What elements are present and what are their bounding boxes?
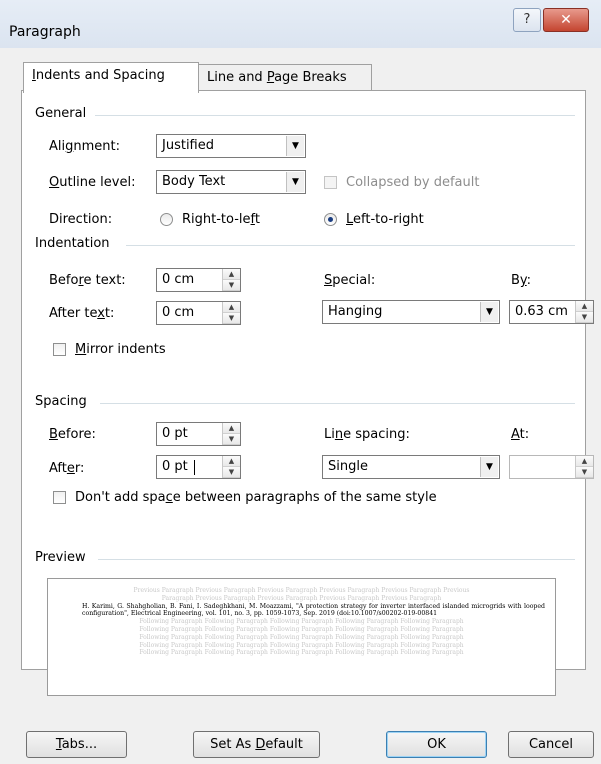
chevron-down-icon: ▼	[480, 302, 498, 322]
collapsed-by-default-label: Collapsed by default	[346, 175, 480, 190]
spin-down-icon[interactable]: ▼	[223, 313, 240, 324]
special-select[interactable]: Hanging ▼	[322, 300, 500, 324]
preview-following-line: Following Paragraph Following Paragraph …	[139, 625, 464, 633]
after-text-label: After text:	[49, 306, 115, 321]
cancel-button[interactable]: Cancel	[508, 731, 594, 758]
spin-up-icon[interactable]: ▲	[576, 301, 593, 312]
tab-indents-and-spacing[interactable]: Indents and Spacing	[23, 62, 199, 93]
spacing-after-label: After:	[49, 461, 85, 476]
preview-divider	[98, 559, 575, 560]
spacing-divider	[100, 403, 575, 404]
spin-up-icon[interactable]: ▲	[576, 456, 593, 467]
special-label: Special:	[324, 273, 376, 288]
direction-label: Direction:	[49, 212, 113, 227]
spin-up-icon[interactable]: ▲	[223, 456, 240, 467]
mirror-indents-checkbox[interactable]	[53, 343, 66, 356]
spacing-heading: Spacing	[35, 394, 87, 409]
preview-heading: Preview	[35, 550, 86, 565]
close-icon: ✕	[560, 12, 572, 28]
title-bar	[0, 0, 601, 48]
help-icon: ?	[523, 12, 531, 27]
mirror-indents-label: Mirror indents	[75, 342, 166, 357]
rtl-radio-label: Right-to-left	[182, 212, 260, 227]
help-button[interactable]: ?	[513, 8, 541, 32]
spin-down-icon[interactable]: ▼	[576, 312, 593, 323]
rtl-radio[interactable]	[160, 213, 173, 226]
spacing-after-spinner[interactable]: 0 pt ▲ ▼	[156, 455, 241, 479]
dont-add-space-checkbox[interactable]	[53, 491, 66, 504]
line-spacing-select[interactable]: Single ▼	[322, 455, 500, 479]
at-spinner[interactable]: ▲ ▼	[509, 455, 594, 479]
spin-up-icon[interactable]: ▲	[223, 302, 240, 313]
ok-button[interactable]: OK	[386, 731, 487, 758]
spin-up-icon[interactable]: ▲	[223, 423, 240, 434]
ltr-radio[interactable]	[324, 213, 337, 226]
spin-up-icon[interactable]: ▲	[223, 269, 240, 280]
preview-following-line: Following Paragraph Following Paragraph …	[139, 641, 464, 649]
radio-dot-icon	[328, 217, 333, 222]
chevron-down-icon: ▼	[286, 136, 304, 156]
preview-following-line: Following Paragraph Following Paragraph …	[139, 618, 464, 626]
spin-down-icon[interactable]: ▼	[223, 280, 240, 291]
preview-following-line: Following Paragraph Following Paragraph …	[139, 633, 464, 641]
outline-level-select[interactable]: Body Text ▼	[156, 170, 306, 194]
ltr-radio-label: Left-to-right	[346, 212, 424, 227]
at-label: At:	[511, 427, 530, 442]
spacing-before-label: Before:	[49, 427, 96, 442]
alignment-select[interactable]: Justified ▼	[156, 134, 306, 158]
preview-current-paragraph: H. Karimi, G. Shahgholian, B. Fani, I. S…	[82, 602, 545, 618]
line-spacing-label: Line spacing:	[324, 427, 410, 442]
preview-following-line: Following Paragraph Following Paragraph …	[139, 649, 464, 657]
preview-previous-line: Previous Paragraph Previous Paragraph Pr…	[133, 587, 470, 594]
indentation-heading: Indentation	[35, 236, 110, 251]
dont-add-space-label: Don't add space between paragraphs of th…	[75, 490, 437, 505]
before-text-label: Before text:	[49, 273, 126, 288]
spin-down-icon[interactable]: ▼	[576, 467, 593, 478]
general-heading: General	[35, 106, 87, 121]
by-label: By:	[511, 273, 532, 288]
close-button[interactable]: ✕	[543, 8, 589, 32]
general-divider	[95, 115, 575, 116]
chevron-down-icon: ▼	[480, 457, 498, 477]
after-text-spinner[interactable]: 0 cm ▲ ▼	[156, 301, 241, 325]
chevron-down-icon: ▼	[286, 172, 304, 192]
outline-level-label: Outline level:	[49, 175, 136, 190]
collapsed-by-default-checkbox[interactable]	[324, 176, 337, 189]
dialog-title: Paragraph	[9, 24, 81, 40]
spin-down-icon[interactable]: ▼	[223, 434, 240, 445]
tab-line-and-page-breaks[interactable]: Line and Page Breaks	[198, 64, 372, 91]
set-as-default-button[interactable]: Set As Default	[193, 731, 320, 758]
paragraph-preview: Previous Paragraph Previous Paragraph Pr…	[47, 578, 556, 696]
spacing-before-spinner[interactable]: 0 pt ▲ ▼	[156, 422, 241, 446]
indentation-divider	[126, 245, 575, 246]
tabs-button[interactable]: Tabs...	[26, 731, 127, 758]
preview-previous-line: Paragraph Previous Paragraph Previous Pa…	[161, 594, 442, 602]
by-spinner[interactable]: 0.63 cm ▲ ▼	[509, 300, 594, 324]
before-text-spinner[interactable]: 0 cm ▲ ▼	[156, 268, 241, 292]
alignment-label: Alignment:	[49, 139, 121, 154]
spin-down-icon[interactable]: ▼	[223, 467, 240, 478]
text-cursor	[194, 460, 195, 475]
